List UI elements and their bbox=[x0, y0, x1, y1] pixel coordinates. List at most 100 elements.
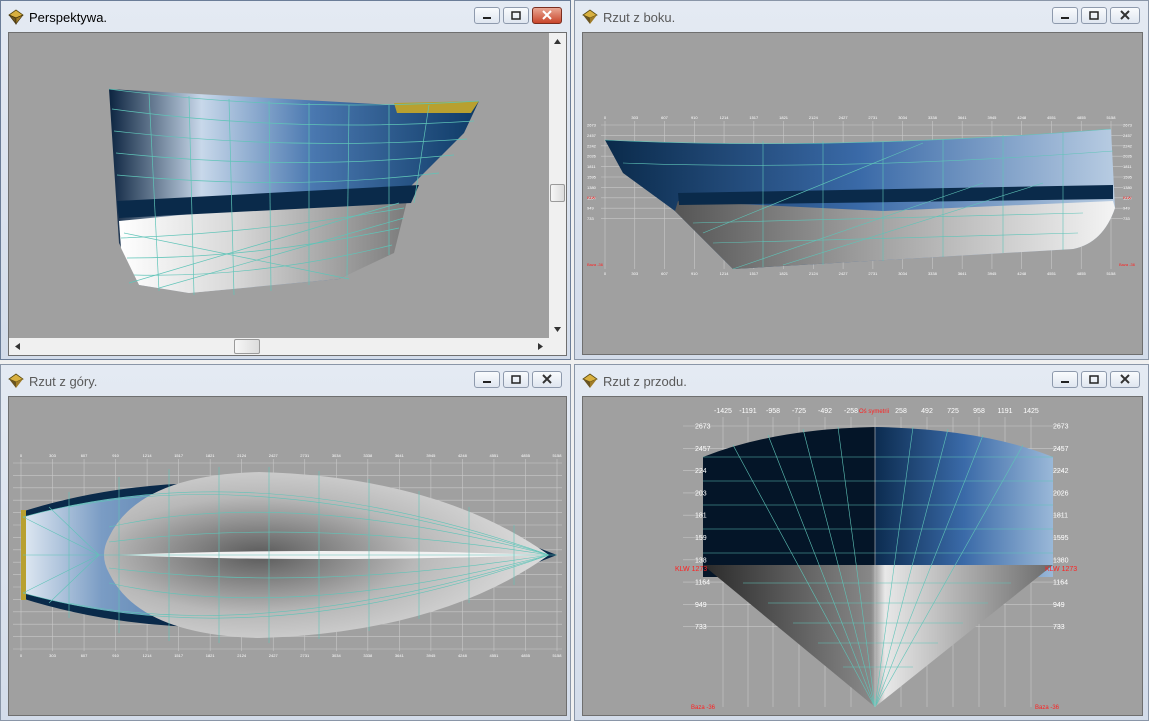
vertical-scrollbar[interactable] bbox=[549, 33, 566, 338]
top-view-titlebar[interactable]: Rzut z góry. bbox=[1, 365, 570, 395]
side-view-viewport[interactable]: 0 303 607 910 1214 1517 1821 2124 2427 2731 3034 33… bbox=[582, 32, 1143, 355]
scroll-thumb-vertical[interactable] bbox=[550, 184, 565, 202]
x-tick-label-top: 3641 bbox=[958, 115, 968, 120]
x-tick-label-bottom: 3034 bbox=[332, 653, 342, 658]
top-tick-label: 492 bbox=[921, 408, 933, 415]
scroll-thumb-horizontal[interactable] bbox=[234, 339, 260, 354]
close-button[interactable] bbox=[532, 371, 562, 388]
scroll-up-icon[interactable] bbox=[549, 33, 566, 50]
x-tick-label-bottom: 1821 bbox=[206, 653, 216, 658]
y-tick-label-left: 2457 bbox=[587, 133, 597, 138]
x-tick-label-bottom: 2124 bbox=[809, 271, 819, 276]
restore-button[interactable] bbox=[503, 7, 529, 24]
close-icon bbox=[542, 10, 552, 20]
close-button[interactable] bbox=[1110, 371, 1140, 388]
close-icon bbox=[1120, 374, 1130, 384]
top-tick-label: -958 bbox=[766, 408, 780, 415]
perspective-viewport[interactable] bbox=[8, 32, 567, 356]
window-title: Rzut z boku. bbox=[603, 10, 676, 25]
x-tick-label-top: 3034 bbox=[898, 115, 908, 120]
y-tick-label-right: 2457 bbox=[1053, 446, 1069, 453]
restore-button[interactable] bbox=[1081, 7, 1107, 24]
minimize-icon bbox=[1061, 381, 1069, 383]
scroll-left-icon[interactable] bbox=[9, 338, 26, 355]
minimize-button[interactable] bbox=[1052, 371, 1078, 388]
x-tick-label-top: 5158 bbox=[553, 453, 563, 458]
window-title: Perspektywa. bbox=[29, 10, 108, 25]
scroll-down-icon[interactable] bbox=[549, 321, 566, 338]
klw-label-right: KLW 1273 bbox=[1045, 566, 1077, 573]
hull-perspective-render[interactable] bbox=[9, 33, 566, 355]
close-button[interactable] bbox=[1110, 7, 1140, 24]
restore-button[interactable] bbox=[1081, 371, 1107, 388]
y-tick-label-right: 733 bbox=[1053, 624, 1065, 631]
close-icon bbox=[1120, 10, 1130, 20]
x-tick-label-bottom: 4248 bbox=[1017, 271, 1027, 276]
hull-top-render[interactable]: 0 303 607 910 1214 1517 1821 2124 2427 2731 3034 33… bbox=[9, 397, 566, 715]
restore-icon bbox=[511, 375, 521, 384]
app-icon bbox=[8, 9, 24, 25]
x-tick-label-top: 1214 bbox=[720, 115, 730, 120]
front-view-titlebar[interactable]: Rzut z przodu. bbox=[575, 365, 1148, 395]
y-tick-label-left: 733 bbox=[587, 216, 594, 221]
x-tick-label-top: 2124 bbox=[237, 453, 247, 458]
x-tick-label-bottom: 4855 bbox=[521, 653, 531, 658]
x-tick-label-bottom: 2731 bbox=[868, 271, 878, 276]
x-tick-label-top: 2731 bbox=[300, 453, 310, 458]
app-icon bbox=[582, 373, 598, 388]
minimize-button[interactable] bbox=[474, 371, 500, 388]
perspective-window[interactable]: Perspektywa. bbox=[0, 0, 571, 360]
x-tick-label-top: 3641 bbox=[395, 453, 405, 458]
x-tick-label-bottom: 3945 bbox=[426, 653, 436, 658]
hull-side-render[interactable]: 0 303 607 910 1214 1517 1821 2124 2427 2731 3034 33… bbox=[583, 33, 1142, 354]
y-tick-label-left: 138 bbox=[695, 557, 707, 564]
minimize-button[interactable] bbox=[474, 7, 500, 24]
front-view-viewport[interactable]: -1425 -1191 -958 -725 -492 -258 Oś symetrii 2… bbox=[582, 396, 1143, 716]
x-tick-label-bottom: 1517 bbox=[749, 271, 759, 276]
top-tick-label: 258 bbox=[895, 408, 907, 415]
window-title: Rzut z góry. bbox=[29, 374, 98, 389]
top-view-window[interactable]: Rzut z góry. 0 303 607 910 1214 1517 182… bbox=[0, 364, 571, 721]
minimize-button[interactable] bbox=[1052, 7, 1078, 24]
restore-icon bbox=[1089, 11, 1099, 20]
y-tick-label-left: 2673 bbox=[695, 424, 711, 431]
restore-icon bbox=[1089, 375, 1099, 384]
horizontal-scrollbar[interactable] bbox=[9, 338, 549, 355]
close-button[interactable] bbox=[532, 7, 562, 24]
klw-label-right: KLW bbox=[1123, 195, 1132, 200]
minimize-icon bbox=[483, 381, 491, 383]
restore-button[interactable] bbox=[503, 371, 529, 388]
x-tick-label-top: 4551 bbox=[489, 453, 499, 458]
y-tick-label-left: 224 bbox=[695, 468, 707, 475]
hull-front-render[interactable]: -1425 -1191 -958 -725 -492 -258 Oś symetrii 2… bbox=[583, 397, 1142, 715]
top-view-viewport[interactable]: 0 303 607 910 1214 1517 1821 2124 2427 2731 3034 33… bbox=[8, 396, 567, 716]
y-tick-label-right: 2673 bbox=[1053, 424, 1069, 431]
x-tick-label-bottom: 4551 bbox=[1047, 271, 1057, 276]
app-icon bbox=[8, 373, 24, 388]
scroll-right-icon[interactable] bbox=[532, 338, 549, 355]
x-tick-label-top: 1517 bbox=[749, 115, 759, 120]
scroll-corner bbox=[549, 338, 566, 355]
y-tick-label-right: 1380 bbox=[1053, 557, 1069, 564]
x-tick-label-bottom: 2427 bbox=[839, 271, 849, 276]
perspective-titlebar[interactable]: Perspektywa. bbox=[1, 1, 570, 31]
x-tick-label-top: 3945 bbox=[987, 115, 997, 120]
top-tick-label: -258 bbox=[844, 408, 858, 415]
front-view-window[interactable]: Rzut z przodu. -1425 -1191 -958 -725 -49… bbox=[574, 364, 1149, 721]
base-label-right: Baza -36 bbox=[1119, 262, 1136, 267]
y-tick-label-right: 733 bbox=[1123, 216, 1130, 221]
y-tick-label-left: 1811 bbox=[587, 164, 596, 169]
side-view-titlebar[interactable]: Rzut z boku. bbox=[575, 1, 1148, 31]
close-icon bbox=[542, 374, 552, 384]
x-tick-label-bottom: 303 bbox=[631, 271, 638, 276]
app-icon bbox=[582, 9, 598, 24]
x-tick-label-top: 3945 bbox=[426, 453, 436, 458]
base-label-right: Baza -36 bbox=[1035, 705, 1060, 711]
y-tick-label-right: 1595 bbox=[1123, 175, 1133, 180]
x-tick-label-top: 910 bbox=[691, 115, 698, 120]
y-tick-label-left: 159 bbox=[695, 535, 707, 542]
x-tick-label-bottom: 910 bbox=[112, 653, 119, 658]
side-view-window[interactable]: Rzut z boku. 0 303 607 910 1214 1517 182… bbox=[574, 0, 1149, 360]
x-tick-label-top: 607 bbox=[661, 115, 668, 120]
x-tick-label-top: 1214 bbox=[143, 453, 153, 458]
